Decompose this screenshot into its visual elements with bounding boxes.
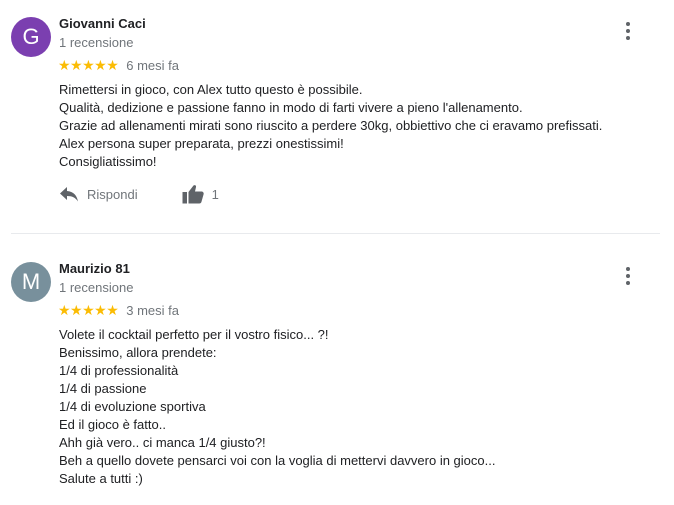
- reply-label: Rispondi: [87, 186, 138, 202]
- reviewer-name[interactable]: Maurizio 81: [59, 261, 130, 276]
- review-text-line: Beh a quello dovete pensarci voi con la …: [59, 453, 496, 468]
- avatar[interactable]: M: [11, 262, 51, 302]
- star-rating: ★★★★★: [58, 57, 119, 73]
- like-count: 1: [211, 186, 219, 202]
- like-button[interactable]: 1: [182, 184, 219, 204]
- review-text-line: Ahh già vero.. ci manca 1/4 giusto?!: [59, 435, 266, 450]
- avatar[interactable]: G: [11, 17, 51, 57]
- rating-row: ★★★★★ 6 mesi fa: [58, 57, 179, 73]
- reply-icon: [60, 187, 78, 202]
- more-vert-icon-dot: [626, 274, 630, 278]
- divider: [11, 233, 660, 234]
- review-text-line: Qualità, dedizione e passione fanno in m…: [59, 100, 523, 115]
- review-actions: Rispondi 1: [59, 182, 219, 206]
- review-text-line: Alex persona super preparata, prezzi one…: [59, 136, 344, 151]
- review-text-line: Ed il gioco è fatto..: [59, 417, 166, 432]
- thumb-up-icon: [182, 185, 204, 204]
- review-text-line: Benissimo, allora prendete:: [59, 345, 217, 360]
- review-text: Volete il cocktail perfetto per il vostr…: [59, 326, 649, 488]
- reply-button[interactable]: Rispondi: [59, 186, 138, 202]
- reviewer-name[interactable]: Giovanni Caci: [59, 16, 146, 31]
- review-text-line: 1/4 di professionalità: [59, 363, 179, 378]
- avatar-letter: M: [21, 269, 41, 294]
- review-count[interactable]: 1 recensione: [59, 35, 133, 50]
- review-text: Rimettersi in gioco, con Alex tutto ques…: [59, 81, 649, 171]
- rating-row: ★★★★★ 3 mesi fa: [58, 302, 179, 318]
- review-text-line: 1/4 di passione: [59, 381, 147, 396]
- review-text-line: Rimettersi in gioco, con Alex tutto ques…: [59, 82, 363, 97]
- review-date: 6 mesi fa: [126, 57, 180, 73]
- more-vert-icon: [626, 267, 630, 271]
- review-text-line: Volete il cocktail perfetto per il vostr…: [59, 327, 329, 342]
- more-vert-icon: [626, 22, 630, 26]
- avatar-letter: G: [22, 24, 40, 49]
- review-count[interactable]: 1 recensione: [59, 280, 133, 295]
- more-vert-icon-dot: [626, 29, 630, 33]
- review-date: 3 mesi fa: [126, 302, 180, 318]
- more-options-button[interactable]: [618, 19, 638, 43]
- more-vert-icon-dot: [626, 36, 630, 40]
- review-text-line: Consigliatissimo!: [59, 154, 157, 169]
- review-text-line: Grazie ad allenamenti mirati sono riusci…: [59, 118, 603, 133]
- more-vert-icon-dot: [626, 281, 630, 285]
- review-text-line: Salute a tutti :): [59, 471, 143, 486]
- review-text-line: 1/4 di evoluzione sportiva: [59, 399, 206, 414]
- star-rating: ★★★★★: [58, 302, 119, 318]
- more-options-button[interactable]: [618, 264, 638, 288]
